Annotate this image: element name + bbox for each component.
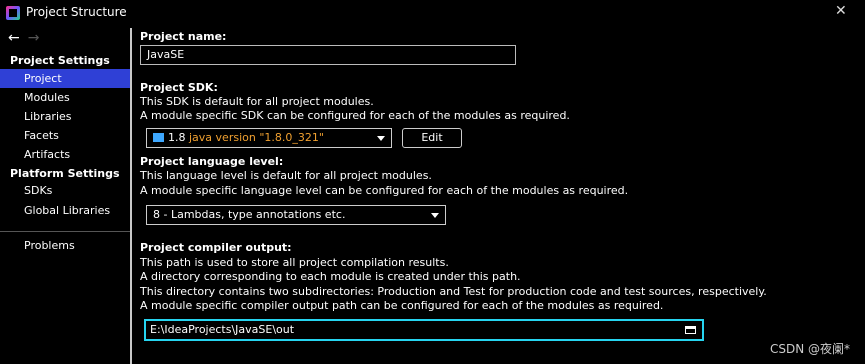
watermark: CSDN @夜阑* (770, 342, 851, 356)
sidebar-item-problems[interactable]: Problems (0, 236, 130, 255)
project-sdk-desc-1: This SDK is default for all project modu… (140, 95, 374, 108)
compiler-output-desc-1: This path is used to store all project c… (140, 256, 449, 269)
nav-arrows: ← → (8, 30, 39, 46)
sdk-version: java version "1.8.0_321" (189, 131, 324, 144)
chevron-down-icon (431, 213, 439, 218)
forward-arrow-icon[interactable]: → (28, 30, 40, 46)
compiler-output-label: Project compiler output: (140, 241, 292, 254)
language-level-select[interactable]: 8 - Lambdas, type annotations etc. (146, 205, 446, 225)
sidebar-item-libraries[interactable]: Libraries (0, 107, 130, 126)
browse-folder-icon[interactable] (685, 326, 696, 334)
project-sdk-label: Project SDK: (140, 81, 218, 94)
language-level-value: 8 - Lambdas, type annotations etc. (153, 208, 346, 221)
sidebar-item-artifacts[interactable]: Artifacts (0, 145, 130, 164)
compiler-output-path-input[interactable]: E:\IdeaProjects\JavaSE\out (144, 319, 704, 341)
sidebar-divider (0, 231, 130, 232)
sdk-select[interactable]: 1.8 java version "1.8.0_321" (146, 128, 392, 148)
sidebar-item-modules[interactable]: Modules (0, 88, 130, 107)
platform-settings-heading: Platform Settings (10, 167, 120, 180)
chevron-down-icon (377, 136, 385, 141)
sidebar: ← → Project Settings Project Modules Libr… (0, 28, 130, 364)
project-sdk-desc-2: A module specific SDK can be configured … (140, 109, 570, 122)
sidebar-item-project[interactable]: Project (0, 69, 130, 88)
compiler-output-desc-2: A directory corresponding to each module… (140, 270, 521, 283)
compiler-output-desc-4: A module specific compiler output path c… (140, 299, 664, 312)
compiler-output-path-value: E:\IdeaProjects\JavaSE\out (150, 323, 295, 336)
intellij-app-icon (6, 6, 20, 20)
project-settings-heading: Project Settings (10, 54, 110, 67)
edit-button[interactable]: Edit (402, 128, 462, 148)
back-arrow-icon[interactable]: ← (8, 30, 20, 46)
language-level-desc-1: This language level is default for all p… (140, 169, 432, 182)
compiler-output-desc-3: This directory contains two subdirectori… (140, 285, 767, 298)
sdk-folder-icon (153, 133, 164, 142)
window-title: Project Structure (26, 5, 127, 19)
project-name-input[interactable]: JavaSE (140, 45, 516, 65)
project-settings-panel: Project name: JavaSE Project SDK: This S… (132, 28, 865, 364)
sidebar-item-facets[interactable]: Facets (0, 126, 130, 145)
close-icon[interactable]: ✕ (835, 3, 847, 19)
language-level-label: Project language level: (140, 155, 284, 168)
title-bar: Project Structure ✕ (0, 0, 865, 28)
sdk-name: 1.8 (168, 131, 186, 144)
project-name-label: Project name: (140, 30, 227, 43)
language-level-desc-2: A module specific language level can be … (140, 184, 629, 197)
sidebar-item-sdks[interactable]: SDKs (0, 181, 130, 200)
sidebar-item-global-libraries[interactable]: Global Libraries (0, 201, 130, 220)
